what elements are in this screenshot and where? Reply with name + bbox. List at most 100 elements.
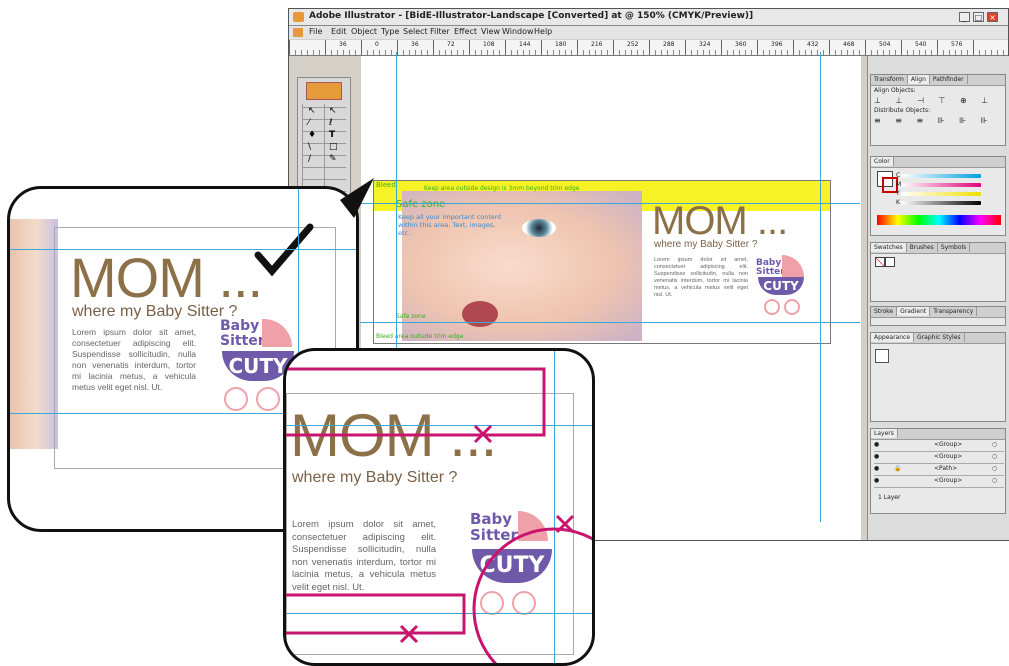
tab-align[interactable]: Align — [907, 75, 930, 84]
ruler-tick: 36 — [411, 41, 419, 48]
tab-swatches[interactable]: Swatches — [871, 243, 907, 252]
tab-appearance[interactable]: Appearance — [871, 333, 915, 342]
rectangle-tool-icon[interactable]: □ — [329, 142, 338, 152]
guide-vertical[interactable] — [820, 52, 821, 522]
app-icon — [293, 12, 304, 22]
align-objects-label: Align Objects: — [874, 87, 916, 94]
wheel-icon — [764, 299, 780, 315]
guide-horizontal — [10, 249, 356, 250]
checkmark-icon — [254, 223, 314, 277]
menu-select[interactable]: Select — [403, 27, 428, 36]
lasso-tool-icon[interactable]: ℓ — [329, 118, 333, 128]
magic-wand-tool-icon[interactable]: ⁄ — [308, 118, 310, 128]
menu-type[interactable]: Type — [381, 27, 399, 36]
target-circle-icon[interactable]: ○ — [992, 453, 997, 460]
pencil-tool-icon[interactable]: ✎ — [329, 154, 337, 164]
none-swatch-icon[interactable] — [875, 257, 885, 267]
selection-tool-icon[interactable]: ↖ — [308, 106, 316, 116]
direct-select-tool-icon[interactable]: ↖ — [329, 106, 337, 116]
type-tool-icon[interactable]: T — [329, 130, 335, 140]
guide-horizontal[interactable] — [360, 203, 860, 204]
distribute-buttons[interactable]: ≡ ≡ ≡ ⊪ ⊪ ⊪ — [871, 115, 1005, 126]
cross-mark-icon — [399, 624, 419, 644]
layers-panel-tabs: Layers — [871, 429, 1005, 440]
maximize-button[interactable]: □ — [973, 12, 984, 22]
menu-filter[interactable]: Filter — [430, 27, 450, 36]
safe-zone-text: Keep all your important content within t… — [398, 213, 502, 237]
logo-text: Baby Sitter — [220, 319, 265, 349]
cyan-slider[interactable] — [901, 174, 981, 178]
ruler-tick: 468 — [843, 41, 855, 48]
menu-file[interactable]: File — [309, 27, 322, 36]
minimize-button[interactable]: _ — [959, 12, 970, 22]
tab-symbols[interactable]: Symbols — [938, 243, 971, 252]
callout-pointer — [340, 178, 374, 218]
eye-icon[interactable]: ● — [874, 465, 879, 472]
baby-eye — [522, 219, 556, 237]
magenta-slider[interactable] — [901, 183, 981, 187]
tab-graphic-styles[interactable]: Graphic Styles — [914, 333, 965, 342]
target-circle-icon[interactable]: ○ — [992, 465, 997, 472]
ruler-tick: 0 — [375, 41, 379, 48]
ruler-tick: 540 — [915, 41, 927, 48]
logo-line2: Sitter — [220, 333, 265, 349]
panel-dock: Transform Align Pathfinder Align Objects: … — [867, 56, 1009, 540]
registration-swatch-icon[interactable] — [885, 257, 895, 267]
menu-help[interactable]: Help — [534, 27, 552, 36]
body-copy: Lorem ipsum dolor sit amet, consectetuer… — [654, 257, 748, 298]
align-panel: Transform Align Pathfinder Align Objects: … — [870, 74, 1006, 146]
brush-tool-icon[interactable]: / — [308, 154, 311, 164]
bleed-area-small: Bleed area outside trim edge — [376, 333, 464, 340]
stroller-logo-icon: CUTY — [758, 277, 804, 295]
tab-gradient[interactable]: Gradient — [897, 307, 931, 316]
title-bar: Adobe Illustrator - [BidE-Illustrator-La… — [289, 9, 1008, 26]
guide-horizontal[interactable] — [360, 322, 860, 323]
align-buttons[interactable]: ⊥ ⊥ ⊣ ⊤ ⊕ ⊥ — [871, 95, 1005, 106]
tab-color[interactable]: Color — [871, 157, 894, 166]
menu-edit[interactable]: Edit — [331, 27, 347, 36]
layers-panel: Layers ● <Group> ○ ● <Group> ○ ● 🔒 <Path> ○ ● <G… — [870, 428, 1006, 514]
menu-effect[interactable]: Effect — [454, 27, 477, 36]
wheel-icon — [256, 387, 280, 411]
ruler-tick: 180 — [555, 41, 567, 48]
lock-icon[interactable]: 🔒 — [894, 465, 901, 472]
ruler-tick: 576 — [951, 41, 963, 48]
menu-object[interactable]: Object — [351, 27, 377, 36]
artboard[interactable]: MOM ... where my Baby Sitter ? Lorem ips… — [373, 180, 831, 344]
appearance-panel-tabs: Appearance Graphic Styles — [871, 333, 1005, 344]
eye-icon[interactable]: ● — [874, 477, 879, 484]
menu-window[interactable]: Window — [502, 27, 534, 36]
layer-row[interactable]: ● <Group> ○ — [874, 477, 1004, 488]
line-tool-icon[interactable]: \ — [308, 142, 311, 152]
target-circle-icon[interactable]: ○ — [992, 477, 997, 484]
logo-line1: Baby — [220, 318, 260, 334]
tab-transform[interactable]: Transform — [871, 75, 908, 84]
tab-brushes[interactable]: Brushes — [907, 243, 938, 252]
ruler-tick: 432 — [807, 41, 819, 48]
pen-tool-icon[interactable]: ♦ — [308, 130, 316, 140]
tab-transparency[interactable]: Transparency — [930, 307, 978, 316]
yellow-slider[interactable] — [901, 192, 981, 196]
ruler-tick: 252 — [627, 41, 639, 48]
stroller-hood-icon — [782, 255, 804, 277]
logo-text: Baby Sitter — [756, 259, 785, 277]
eye-icon[interactable]: ● — [874, 441, 879, 448]
layer-name: <Group> — [934, 441, 963, 448]
ruler-tick: 216 — [591, 41, 603, 48]
document-icon — [293, 28, 303, 37]
tab-layers[interactable]: Layers — [871, 429, 898, 438]
tab-stroke[interactable]: Stroke — [871, 307, 898, 316]
menu-view[interactable]: View — [481, 27, 500, 36]
close-button[interactable]: × — [987, 12, 998, 22]
target-circle-icon[interactable]: ○ — [992, 441, 997, 448]
black-slider[interactable] — [901, 201, 981, 205]
layer-row[interactable]: ● <Group> ○ — [874, 441, 1004, 452]
eye-icon[interactable]: ● — [874, 453, 879, 460]
color-spectrum[interactable] — [877, 215, 1001, 225]
layer-row[interactable]: ● 🔒 <Path> ○ — [874, 465, 1004, 476]
adobe-logo-icon — [306, 82, 342, 100]
color-panel-tabs: Color — [871, 157, 1005, 168]
tab-pathfinder[interactable]: Pathfinder — [930, 75, 968, 84]
layer-row[interactable]: ● <Group> ○ — [874, 453, 1004, 464]
stroke-panel: Stroke Gradient Transparency — [870, 306, 1006, 326]
